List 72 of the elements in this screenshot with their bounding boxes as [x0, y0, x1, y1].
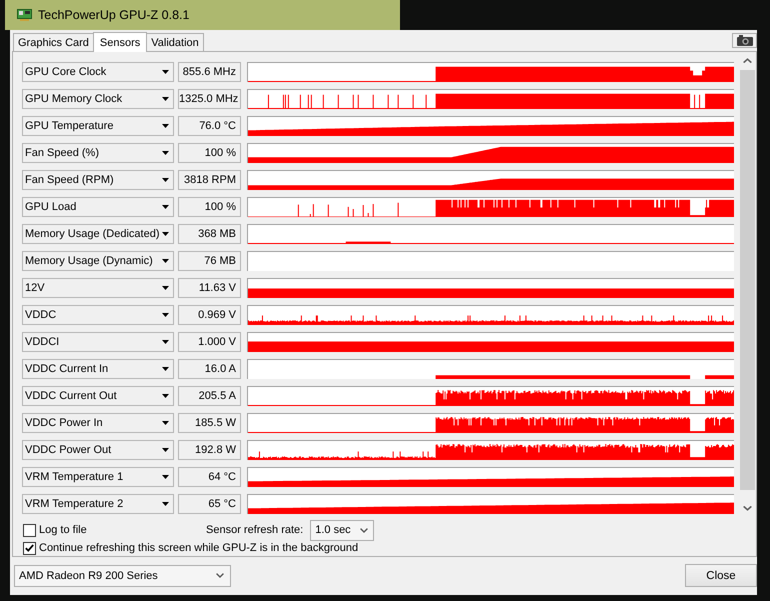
- caret-icon: [162, 124, 169, 128]
- sensor-dropdown[interactable]: VDDC Current Out: [22, 386, 174, 406]
- caret-icon: [162, 394, 169, 398]
- caret-icon: [162, 475, 169, 479]
- sensor-reading: 185.5 W: [178, 413, 241, 433]
- sensor-reading: 65 °C: [178, 494, 241, 514]
- sensor-dropdown[interactable]: Memory Usage (Dedicated): [22, 224, 174, 244]
- sensor-dropdown[interactable]: GPU Load: [22, 197, 174, 217]
- sensor-reading: 100 %: [178, 197, 241, 217]
- sensor-dropdown[interactable]: GPU Memory Clock: [22, 89, 174, 109]
- caret-icon: [162, 70, 169, 74]
- checkbox-label[interactable]: Continue refreshing this screen while GPU-Z is in the background: [39, 542, 358, 554]
- caret-icon: [162, 340, 169, 344]
- sensor-reading: 368 MB: [178, 224, 241, 244]
- caret-icon: [162, 313, 169, 317]
- sensor-reading: 192.8 W: [178, 440, 241, 460]
- sensor-dropdown[interactable]: GPU Temperature: [22, 116, 174, 136]
- sensor-reading: 1325.0 MHz: [178, 89, 241, 109]
- caret-icon: [162, 205, 169, 209]
- refresh-rate-select[interactable]: 1.0 sec: [310, 520, 374, 540]
- sensor-dropdown[interactable]: VDDC Power Out: [22, 440, 174, 460]
- sensor-dropdown[interactable]: VRM Temperature 2: [22, 494, 174, 514]
- caret-icon: [162, 421, 169, 425]
- chevron-down-icon: [743, 506, 752, 511]
- caret-icon: [162, 151, 169, 155]
- sensor-dropdown[interactable]: VDDC Current In: [22, 359, 174, 379]
- sensor-reading: 11.63 V: [178, 278, 241, 298]
- scrollbar-thumb[interactable]: [740, 70, 755, 490]
- sensor-reading: 16.0 A: [178, 359, 241, 379]
- caret-icon: [162, 286, 169, 290]
- sensor-reading: 76 MB: [178, 251, 241, 271]
- sensor-reading: 0.969 V: [178, 305, 241, 325]
- caret-icon: [162, 367, 169, 371]
- tab[interactable]: Validation: [146, 33, 204, 51]
- sensor-reading: 3818 RPM: [178, 170, 241, 190]
- checkmark-icon: [25, 544, 34, 552]
- sensor-dropdown[interactable]: Fan Speed (%): [22, 143, 174, 163]
- chevron-up-icon: [743, 58, 752, 63]
- sensor-dropdown[interactable]: VRM Temperature 1: [22, 467, 174, 487]
- chevron-down-icon: [360, 528, 368, 532]
- tab[interactable]: Graphics Card: [13, 33, 94, 51]
- graphics-card-icon: [17, 9, 32, 21]
- sensor-dropdown[interactable]: Fan Speed (RPM): [22, 170, 174, 190]
- sensor-dropdown[interactable]: VDDC Power In: [22, 413, 174, 433]
- caret-icon: [162, 178, 169, 182]
- caret-icon: [162, 448, 169, 452]
- refresh-rate-label: Sensor refresh rate:: [206, 524, 304, 536]
- camera-icon: [736, 35, 752, 46]
- sensor-dropdown[interactable]: GPU Core Clock: [22, 62, 174, 82]
- sensor-reading: 855.6 MHz: [178, 62, 241, 82]
- checkbox[interactable]: [23, 542, 36, 554]
- sensor-reading: 1.000 V: [178, 332, 241, 352]
- caret-icon: [162, 97, 169, 101]
- sensor-dropdown[interactable]: VDDCI: [22, 332, 174, 352]
- caret-icon: [162, 232, 169, 236]
- window-title: TechPowerUp GPU-Z 0.8.1: [38, 8, 190, 22]
- screenshot-button[interactable]: [732, 33, 757, 48]
- sensor-dropdown[interactable]: Memory Usage (Dynamic): [22, 251, 174, 271]
- sensor-reading: 64 °C: [178, 467, 241, 487]
- close-button[interactable]: Close: [685, 564, 757, 587]
- caret-icon: [162, 502, 169, 506]
- tab[interactable]: Sensors: [92, 32, 148, 52]
- sensor-reading: 205.5 A: [178, 386, 241, 406]
- checkbox-label[interactable]: Log to file: [39, 524, 87, 536]
- sensor-reading: 100 %: [178, 143, 241, 163]
- chevron-down-icon: [216, 573, 224, 578]
- device-select[interactable]: AMD Radeon R9 200 Series: [14, 564, 231, 586]
- caret-icon: [162, 259, 169, 263]
- sensor-dropdown[interactable]: VDDC: [22, 305, 174, 325]
- sensor-dropdown[interactable]: 12V: [22, 278, 174, 298]
- checkbox[interactable]: [23, 524, 36, 536]
- sensor-reading: 76.0 °C: [178, 116, 241, 136]
